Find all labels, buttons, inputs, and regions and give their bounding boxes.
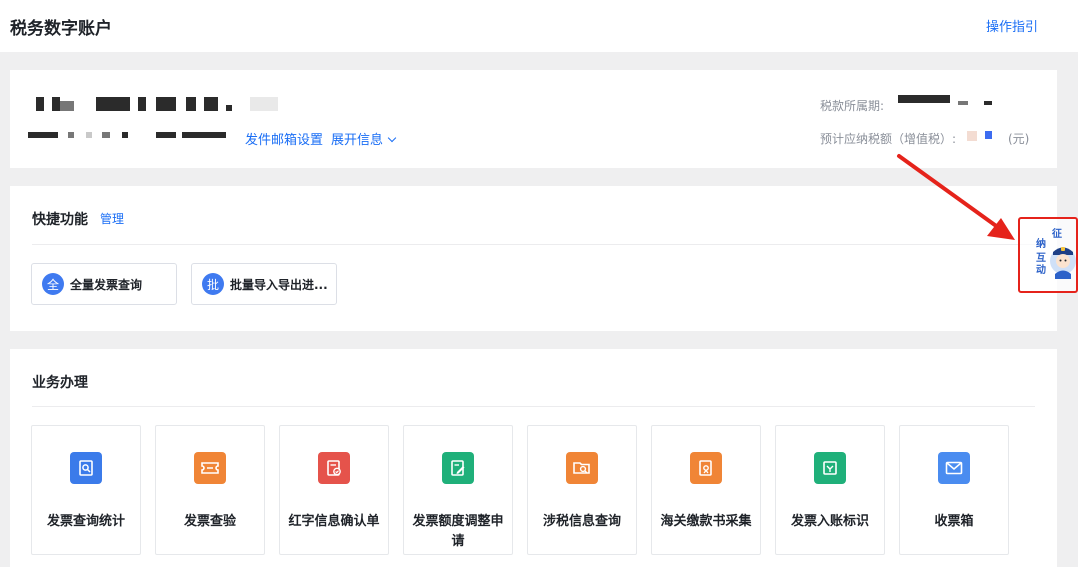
quick-button-label: 全量发票查询: [70, 277, 143, 292]
redacted-company-name: [36, 97, 44, 111]
tile-invoice-verify[interactable]: 发票查验: [155, 425, 265, 555]
divider: [32, 244, 1035, 245]
edit-document-icon: [442, 452, 474, 484]
chevron-down-icon: [387, 133, 397, 143]
quick-functions-title: 快捷功能: [32, 212, 88, 228]
top-bar: 税务数字账户 操作指引: [0, 0, 1078, 52]
redacted-block: [102, 132, 110, 138]
redacted-block: [182, 132, 226, 138]
redacted-tax-id: [28, 132, 58, 138]
business-title: 业务办理: [32, 375, 88, 391]
tile-label: 涉税信息查询: [542, 514, 621, 529]
redacted-block: [52, 97, 60, 111]
tile-tax-info-query[interactable]: 涉税信息查询: [527, 425, 637, 555]
quick-batch-import-export-button[interactable]: 批 批量导入导出进...: [191, 263, 337, 305]
tile-receipt-box[interactable]: 收票箱: [899, 425, 1009, 555]
redacted-block: [186, 97, 196, 111]
redacted-block: [226, 105, 232, 111]
tile-label: 发票入账标识: [790, 514, 869, 529]
tile-label: 发票查验: [183, 514, 236, 529]
float-char: 纳: [1036, 239, 1046, 250]
quick-icon-badge: 批: [202, 273, 224, 295]
float-char: 互: [1036, 253, 1046, 264]
redacted-block: [250, 97, 278, 111]
annotation-arrow: [897, 154, 1015, 240]
tile-invoice-entry-mark[interactable]: 发票入账标识: [775, 425, 885, 555]
redacted-block: [156, 132, 176, 138]
redacted-block: [156, 97, 176, 111]
redacted-block: [96, 97, 130, 111]
tile-red-invoice-confirm[interactable]: 红字信息确认单: [279, 425, 389, 555]
red-invoice-check-icon: [318, 452, 350, 484]
tile-label: 发票额度调整申请: [412, 514, 504, 549]
ticket-icon: [194, 452, 226, 484]
tile-label: 收票箱: [934, 514, 974, 529]
tile-invoice-query-stats[interactable]: 发票查询统计: [31, 425, 141, 555]
quick-full-invoice-query-button[interactable]: 全 全量发票查询: [31, 263, 177, 305]
float-char: 动: [1036, 265, 1046, 276]
tax-interaction-float-button[interactable]: 征 纳 互 动: [1018, 217, 1078, 293]
tile-label: 发票查询统计: [46, 514, 125, 529]
redacted-block: [68, 132, 74, 138]
invoice-tag-icon: [814, 452, 846, 484]
tile-customs-payment-collect[interactable]: 海关缴款书采集: [651, 425, 761, 555]
redacted-block: [204, 97, 218, 111]
redacted-tax-amount: [967, 131, 977, 141]
invoice-search-icon: [70, 452, 102, 484]
redacted-block: [138, 97, 146, 111]
divider: [32, 406, 1035, 407]
page-title: 税务数字账户: [10, 19, 112, 39]
tile-label: 海关缴款书采集: [660, 514, 752, 529]
float-char: 征: [1052, 229, 1062, 240]
tile-label: 红字信息确认单: [288, 514, 380, 529]
redacted-block: [60, 101, 74, 111]
mail-settings-link[interactable]: 发件邮箱设置: [245, 129, 323, 148]
folder-search-icon: [566, 452, 598, 484]
redacted-block: [122, 132, 128, 138]
business-card: 业务办理 发票查询统计 发票查验 红字信息确认单 发票额度调整申请 涉税信息查询: [10, 349, 1057, 567]
redacted-block: [984, 101, 992, 105]
expand-info-label: 展开信息: [331, 133, 384, 148]
tax-period-label: 税款所属期:: [820, 99, 885, 113]
quick-icon-badge: 全: [42, 273, 64, 295]
manage-link[interactable]: 管理: [100, 210, 124, 227]
redacted-block: [985, 131, 992, 139]
estimated-tax-label: 预计应纳税额（增值税）:: [820, 132, 957, 146]
mail-icon: [938, 452, 970, 484]
redacted-tax-period: [898, 95, 950, 103]
expand-info-link[interactable]: 展开信息: [331, 129, 397, 148]
tax-unit: (元): [1008, 132, 1030, 146]
officer-avatar-icon: [1050, 247, 1076, 279]
redacted-block: [958, 101, 968, 105]
customs-document-icon: [690, 452, 722, 484]
redacted-block: [86, 132, 92, 138]
operation-guide-link[interactable]: 操作指引: [986, 16, 1038, 35]
tile-invoice-quota-adjust[interactable]: 发票额度调整申请: [403, 425, 513, 555]
quick-button-label: 批量导入导出进...: [230, 277, 328, 292]
